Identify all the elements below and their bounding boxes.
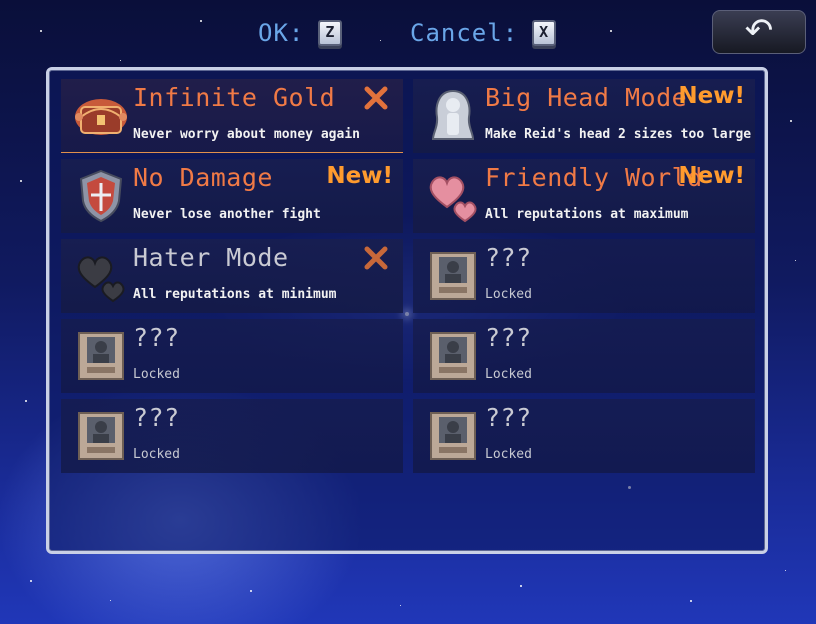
- cheat-title: Infinite Gold: [133, 83, 336, 112]
- ok-label: OK:: [258, 19, 305, 47]
- cheat-description: Locked: [485, 367, 532, 382]
- cheat-title: Friendly World: [485, 163, 703, 192]
- hearts-icon: [429, 176, 477, 223]
- disabled-x-icon: [364, 86, 388, 110]
- locked-portrait-icon: [78, 332, 124, 380]
- treasure-chest-icon: [75, 99, 127, 135]
- cheat-description: All reputations at minimum: [133, 287, 337, 302]
- x-key-icon: X: [532, 20, 557, 46]
- cheat-title: ???: [485, 403, 532, 432]
- cheat-card-locked[interactable]: ??? Locked: [413, 399, 755, 473]
- cheat-card-no-damage[interactable]: No Damage Never lose another fight New!: [61, 159, 403, 233]
- cheat-title: ???: [133, 403, 180, 432]
- back-button[interactable]: ↶: [712, 10, 806, 54]
- cheat-card-hater-mode[interactable]: Hater Mode All reputations at minimum: [61, 239, 403, 313]
- cheat-card-friendly-world[interactable]: Friendly World All reputations at maximu…: [413, 159, 755, 233]
- z-key-icon: Z: [318, 20, 343, 46]
- new-badge: New!: [326, 163, 393, 189]
- cheat-title: No Damage: [133, 163, 273, 192]
- new-badge: New!: [678, 163, 745, 189]
- cheat-title: Hater Mode: [133, 243, 289, 272]
- cheat-description: Make Reid's head 2 sizes too large: [485, 127, 752, 142]
- cheat-card-infinite-gold[interactable]: Infinite Gold Never worry about money ag…: [61, 79, 403, 153]
- statue-icon: [431, 89, 475, 140]
- cheat-title: ???: [485, 323, 532, 352]
- locked-portrait-icon: [430, 412, 476, 460]
- locked-portrait-icon: [430, 252, 476, 300]
- cheat-card-locked[interactable]: ??? Locked: [413, 239, 755, 313]
- locked-portrait-icon: [430, 332, 476, 380]
- cheat-card-locked[interactable]: ??? Locked: [61, 319, 403, 393]
- cheat-title: ???: [485, 243, 532, 272]
- cheat-card-big-head-mode[interactable]: Big Head Mode Make Reid's head 2 sizes t…: [413, 79, 755, 153]
- locked-portrait-icon: [78, 412, 124, 460]
- return-arrow-icon: ↶: [744, 11, 774, 51]
- disabled-x-icon: [364, 246, 388, 270]
- cheat-card-locked[interactable]: ??? Locked: [413, 319, 755, 393]
- cheat-card-locked[interactable]: ??? Locked: [61, 399, 403, 473]
- cheat-description: Locked: [133, 447, 180, 462]
- cancel-label: Cancel:: [410, 19, 519, 47]
- cheat-description: All reputations at maximum: [485, 207, 689, 222]
- cheat-title: Big Head Mode: [485, 83, 688, 112]
- shield-icon: [79, 169, 123, 223]
- cheat-description: Locked: [133, 367, 180, 382]
- cheat-description: Locked: [485, 447, 532, 462]
- cheat-description: Never lose another fight: [133, 207, 321, 222]
- ok-hint[interactable]: OK: Z: [258, 18, 343, 47]
- dark-hearts-icon: [77, 256, 125, 303]
- cancel-hint[interactable]: Cancel: X: [410, 18, 557, 47]
- cheat-title: ???: [133, 323, 180, 352]
- cheat-description: Never worry about money again: [133, 127, 360, 142]
- new-badge: New!: [678, 83, 745, 109]
- cheats-panel: Infinite Gold Never worry about money ag…: [46, 67, 768, 554]
- cheat-description: Locked: [485, 287, 532, 302]
- control-hints: OK: Z Cancel: X: [0, 14, 816, 54]
